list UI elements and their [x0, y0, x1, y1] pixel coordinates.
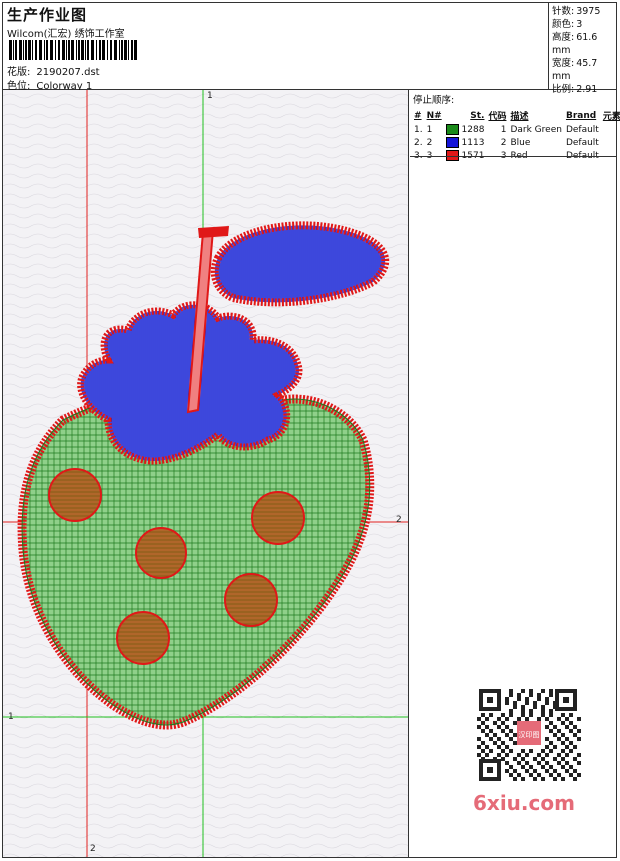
divider [410, 156, 616, 157]
design-file-line: 花版: 2190207.dst [7, 63, 100, 78]
stop-sequence-title: 停止顺序: [413, 95, 455, 106]
embroidery-preview [3, 90, 408, 857]
watermark: 6xiu.com [473, 791, 575, 815]
stat-stitches: 针数: 3975 [552, 6, 601, 17]
seal-text: 汉印图 [519, 731, 540, 739]
color-swatch [445, 124, 459, 135]
qr-code[interactable]: 汉印图 [473, 685, 583, 785]
stats-panel: 针数: 3975 颜色: 3 高度: 61.6 mm 宽度: 45.7 mm 比例: 2.… [548, 3, 616, 95]
color-swatch [445, 137, 459, 148]
table-row: 1. 1 1288 1 Dark Green Default [414, 124, 599, 135]
worksheet-frame: 生产作业图 Wilcom(汇宏) 绣饰工作室 花版: 2190207.dst 色位… [2, 2, 620, 858]
design-canvas: 1 2 1 2 [3, 90, 409, 857]
barcode [9, 40, 137, 60]
marker-right: 2 [396, 515, 402, 525]
table-row: 2. 2 1113 2 Blue Default [414, 137, 599, 148]
stem-top [198, 226, 229, 238]
color-table: # N# St. 代码 描述 Brand 元素 1. 1 1288 1 Dark… [412, 108, 620, 162]
color-table-header: # N# St. 代码 描述 Brand 元素 [414, 110, 620, 123]
page-title: 生产作业图 [7, 6, 88, 24]
header: 生产作业图 Wilcom(汇宏) 绣饰工作室 花版: 2190207.dst 色位… [3, 3, 616, 95]
marker-top: 1 [207, 91, 213, 101]
marker-bottom: 2 [90, 844, 96, 854]
stat-width: 宽度: 45.7 mm [552, 58, 598, 82]
stat-colors: 颜色: 3 [552, 19, 583, 30]
studio-name: Wilcom(汇宏) 绣饰工作室 [7, 29, 125, 40]
marker-left: 1 [8, 712, 14, 722]
stat-height: 高度: 61.6 mm [552, 32, 598, 56]
